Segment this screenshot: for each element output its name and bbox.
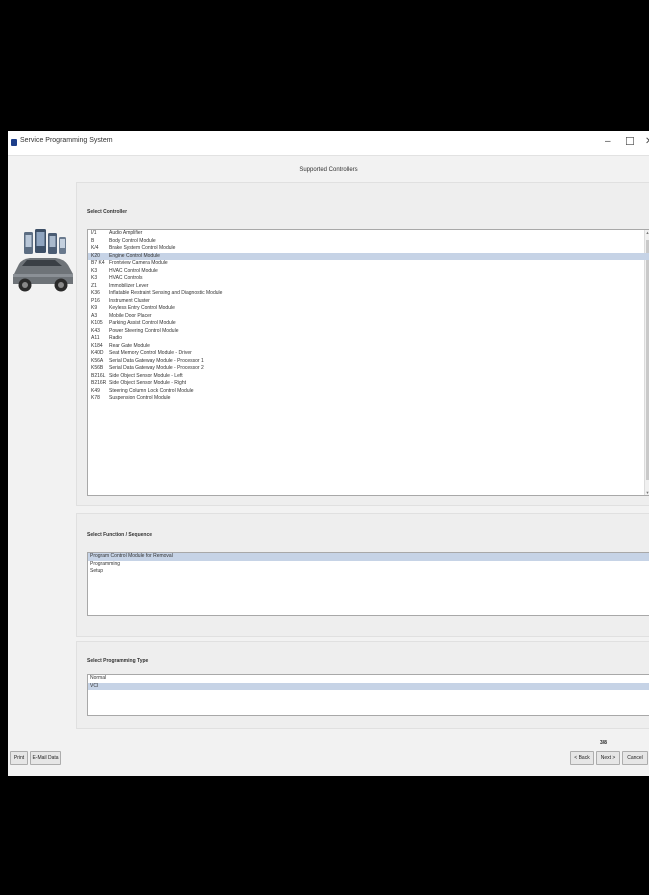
controller-code: K105: [91, 320, 103, 326]
controller-row[interactable]: K40D Seat Memory Control Module - Driver: [88, 350, 649, 358]
programming-type-label: Select Programming Type: [87, 658, 149, 664]
controller-row[interactable]: B216L Side Object Sensor Module - Left: [88, 373, 649, 381]
controller-name: Radio: [109, 335, 123, 341]
controller-name: Steering Column Lock Control Module: [109, 387, 194, 394]
maximize-button[interactable]: ☐: [625, 135, 635, 149]
controller-code: K3: [91, 275, 98, 281]
function-row[interactable]: Programming: [88, 561, 649, 569]
controller-row[interactable]: K36 Inflatable Restraint Sensing and Diag…: [88, 290, 649, 298]
next-button[interactable]: Next >: [596, 751, 620, 765]
controller-code: K56A: [91, 357, 104, 364]
controller-row[interactable]: K105 Parking Assist Control Module: [88, 320, 649, 328]
print-button[interactable]: Print: [10, 751, 28, 765]
controller-row[interactable]: A3 Mobile Door Placer: [88, 313, 649, 321]
application-window: Service Programming System – ☐ ✕ Support…: [8, 131, 649, 776]
controller-name: HVAC Controls: [109, 275, 143, 281]
controller-row[interactable]: K49 Steering Column Lock Control Module: [88, 388, 649, 396]
scroll-down-icon[interactable]: ▼: [645, 490, 649, 495]
function-section: Select Function / Sequence Program Contr…: [76, 513, 649, 637]
controller-list: ▲ ▼ I/1Audio AmplifierBBody Control Modu…: [87, 229, 649, 496]
controller-row[interactable]: K43 Power Steering Control Module: [88, 328, 649, 336]
function-row[interactable]: Setup: [88, 568, 649, 576]
controller-code: K3: [91, 267, 98, 274]
controller-code: K36: [91, 290, 100, 296]
controller-code: K49: [91, 387, 100, 394]
controller-name: Inflatable Restraint Sensing and Diagnos…: [109, 290, 223, 296]
controller-code: B216L: [91, 372, 106, 379]
controller-section: Select Controller ▲ ▼ I/1Audio Amplifier…: [76, 182, 649, 506]
email-data-button[interactable]: E-Mail Data: [30, 751, 61, 765]
controller-row[interactable]: K56A Serial Data Gateway Module - Process…: [88, 358, 649, 366]
controller-row[interactable]: B Body Control Module: [88, 238, 649, 246]
controller-code: K20: [91, 252, 100, 259]
controller-name: Immobilizer Lever: [109, 282, 149, 289]
controller-row[interactable]: B7 K4 Frontview Camera Module: [88, 260, 649, 268]
controller-code: A3: [91, 312, 98, 319]
vehicle-and-devices-icon: [13, 229, 73, 292]
controller-row[interactable]: K3 HVAC Controls: [88, 275, 649, 283]
controller-row[interactable]: A11 Radio: [88, 335, 649, 343]
controller-code: I/1: [91, 230, 97, 236]
function-row[interactable]: Program Control Module for Removal: [88, 553, 649, 561]
controller-name: Suspension Control Module: [109, 395, 171, 401]
page-counter: 3/8: [600, 740, 607, 746]
page-title: Supported Controllers: [299, 167, 358, 173]
controller-name: Seat Memory Control Module - Driver: [109, 350, 192, 356]
controller-name: Keyless Entry Control Module: [109, 305, 175, 311]
controller-name: Rear Gate Module: [109, 342, 150, 349]
controller-row[interactable]: K20 Engine Control Module: [88, 252, 649, 260]
function-list: Program Control Module for Removal Progra…: [87, 552, 649, 616]
function-section-label: Select Function / Sequence: [87, 532, 153, 538]
controller-row[interactable]: B216R Side Object Sensor Module - Right: [88, 380, 649, 388]
controller-code: K/4: [91, 245, 99, 251]
controller-code: K184: [91, 342, 103, 349]
controller-row[interactable]: I/1 Audio Amplifier: [88, 230, 649, 238]
controller-name: HVAC Control Module: [109, 267, 158, 274]
controller-name: Audio Amplifier: [109, 230, 143, 236]
programming-type-row[interactable]: VCI: [88, 682, 649, 690]
controller-row[interactable]: K3 HVAC Control Module: [88, 268, 649, 276]
controller-section-label: Select Controller: [87, 209, 128, 215]
controller-name: Mobile Door Placer: [109, 312, 152, 319]
programming-type-list: Normal VCI: [87, 674, 649, 716]
back-button[interactable]: < Back: [570, 751, 594, 765]
title-bar: Service Programming System – ☐ ✕: [8, 131, 649, 156]
controller-row[interactable]: K9 Keyless Entry Control Module: [88, 305, 649, 313]
programming-type-row[interactable]: Normal: [88, 675, 649, 683]
minimize-button[interactable]: –: [605, 135, 611, 149]
controller-code: K9: [91, 305, 98, 311]
controller-code: K78: [91, 395, 100, 401]
controller-code: B: [91, 237, 95, 244]
controller-row[interactable]: P16 Instrument Cluster: [88, 298, 649, 306]
controller-code: B7 K4: [91, 260, 105, 266]
controller-code: P16: [91, 297, 100, 304]
window-title: Service Programming System: [20, 137, 113, 144]
app-logo-icon: [11, 139, 17, 146]
controller-row[interactable]: K/4 Brake System Control Module: [88, 245, 649, 253]
controller-name: Power Steering Control Module: [109, 327, 179, 334]
controller-name: Engine Control Module: [109, 252, 160, 259]
controller-code: K40D: [91, 350, 104, 356]
cancel-button[interactable]: Cancel: [622, 751, 648, 765]
controller-name: Side Object Sensor Module - Right: [109, 380, 186, 386]
controller-code: Z1: [91, 282, 97, 289]
controller-name: Frontview Camera Module: [109, 260, 168, 266]
controller-code: B216R: [91, 380, 107, 386]
controller-row[interactable]: K78 Suspension Control Module: [88, 395, 649, 403]
controller-row[interactable]: Z1 Immobilizer Lever: [88, 283, 649, 291]
close-button[interactable]: ✕: [645, 135, 649, 149]
controller-row[interactable]: K56B Serial Data Gateway Module - Process…: [88, 365, 649, 373]
controller-name: Side Object Sensor Module - Left: [109, 372, 183, 379]
controller-name: Brake System Control Module: [109, 245, 176, 251]
controller-name: Serial Data Gateway Module - Processor 1: [109, 357, 204, 364]
controller-code: K43: [91, 327, 100, 334]
controller-code: K56B: [91, 365, 104, 371]
controller-name: Serial Data Gateway Module - Processor 2: [109, 365, 204, 371]
controller-row[interactable]: K184 Rear Gate Module: [88, 343, 649, 351]
controller-name: Body Control Module: [109, 237, 156, 244]
controller-name: Instrument Cluster: [109, 297, 150, 304]
controller-name: Parking Assist Control Module: [109, 320, 176, 326]
controller-code: A11: [91, 335, 100, 341]
programming-type-section: Select Programming Type Normal VCI: [76, 641, 649, 729]
